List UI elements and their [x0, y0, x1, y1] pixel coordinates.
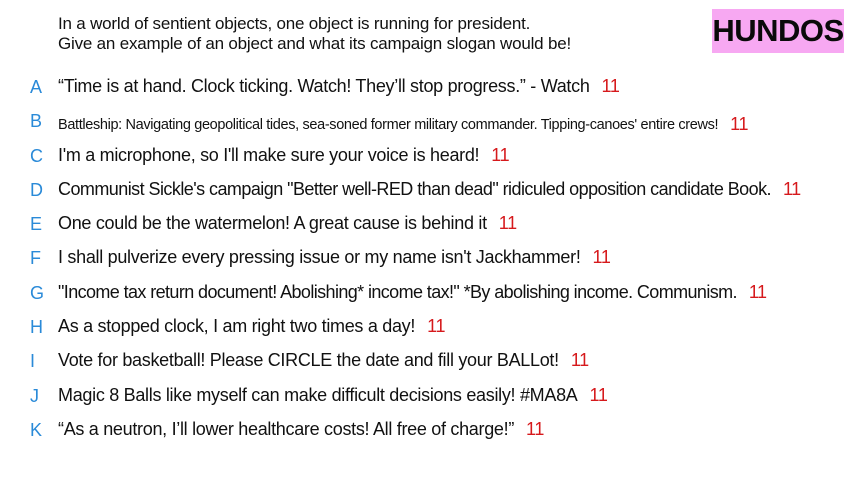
answer-line: One could be the watermelon! A great cau…: [58, 213, 517, 234]
answer-letter: C: [30, 145, 43, 166]
answer-line: Vote for basketball! Please CIRCLE the d…: [58, 350, 589, 371]
answer-line: "Income tax return document! Abolishing*…: [58, 281, 767, 303]
prompt-text: In a world of sentient objects, one obje…: [58, 14, 698, 54]
answer-score: 11: [526, 418, 545, 439]
answer-text: One could be the watermelon! A great cau…: [58, 213, 487, 234]
answer-score: 11: [491, 144, 510, 165]
answer-row-i: I Vote for basketball! Please CIRCLE the…: [0, 344, 853, 378]
answer-line: Communist Sickle's campaign "Better well…: [58, 179, 801, 200]
answer-text: Communist Sickle's campaign "Better well…: [58, 178, 772, 199]
answer-letter: D: [30, 179, 43, 200]
answer-row-b: B Battleship: Navigating geopolitical ti…: [0, 104, 853, 138]
answer-line: Magic 8 Balls like myself can make diffi…: [58, 385, 608, 406]
answer-row-e: E One could be the watermelon! A great c…: [0, 207, 853, 241]
answer-letter: J: [30, 385, 39, 406]
answer-text: "Income tax return document! Abolishing*…: [58, 281, 738, 302]
answer-list: A “Time is at hand. Clock ticking. Watch…: [0, 70, 853, 447]
answer-letter: I: [30, 351, 36, 372]
answer-line: I shall pulverize every pressing issue o…: [58, 247, 611, 268]
answer-text: Vote for basketball! Please CIRCLE the d…: [58, 350, 559, 371]
answer-line: As a stopped clock, I am right two times…: [58, 316, 445, 337]
answer-score: 11: [498, 213, 517, 234]
answer-score: 11: [730, 114, 749, 135]
answer-score: 11: [592, 247, 611, 268]
answer-letter: G: [30, 282, 45, 303]
answer-letter: F: [30, 248, 41, 269]
answer-score: 11: [748, 281, 767, 302]
answer-text: As a stopped clock, I am right two times…: [58, 316, 416, 337]
answer-row-g: G "Income tax return document! Abolishin…: [0, 276, 853, 310]
answer-row-a: A “Time is at hand. Clock ticking. Watch…: [0, 70, 853, 104]
answer-row-c: C I'm a microphone, so I'll make sure yo…: [0, 139, 853, 173]
hundos-logo: HUNDOS: [712, 9, 844, 53]
answer-letter: A: [30, 77, 43, 97]
answer-row-j: J Magic 8 Balls like myself can make dif…: [0, 379, 853, 413]
answer-text: I'm a microphone, so I'll make sure your…: [58, 144, 480, 165]
answer-score: 11: [783, 178, 801, 199]
answer-score: 11: [589, 384, 608, 405]
answer-text: “Time is at hand. Clock ticking. Watch! …: [58, 76, 590, 96]
answer-row-k: K “As a neutron, I’ll lower healthcare c…: [0, 413, 853, 447]
answer-letter: K: [30, 419, 43, 440]
answer-score: 11: [570, 350, 589, 371]
prompt-line-1: In a world of sentient objects, one obje…: [58, 14, 531, 33]
prompt-line-2: Give an example of an object and what it…: [58, 34, 571, 53]
answer-text: Battleship: Navigating geopolitical tide…: [58, 117, 719, 134]
answer-score: 11: [427, 316, 446, 337]
answer-row-f: F I shall pulverize every pressing issue…: [0, 241, 853, 275]
answer-line: I'm a microphone, so I'll make sure your…: [58, 144, 510, 166]
answer-text: Magic 8 Balls like myself can make diffi…: [58, 384, 578, 405]
answer-letter: B: [30, 111, 43, 132]
answer-letter: H: [30, 317, 43, 338]
answer-text: “As a neutron, I’ll lower healthcare cos…: [58, 418, 515, 439]
answer-row-h: H As a stopped clock, I am right two tim…: [0, 310, 853, 344]
answer-text: I shall pulverize every pressing issue o…: [58, 247, 581, 268]
answer-row-d: D Communist Sickle's campaign "Better we…: [0, 173, 853, 207]
answer-line: Battleship: Navigating geopolitical tide…: [58, 113, 749, 135]
answer-line: “Time is at hand. Clock ticking. Watch! …: [58, 76, 620, 97]
answer-score: 11: [601, 76, 620, 96]
answer-letter: E: [30, 214, 43, 235]
answer-line: “As a neutron, I’ll lower healthcare cos…: [58, 419, 544, 440]
